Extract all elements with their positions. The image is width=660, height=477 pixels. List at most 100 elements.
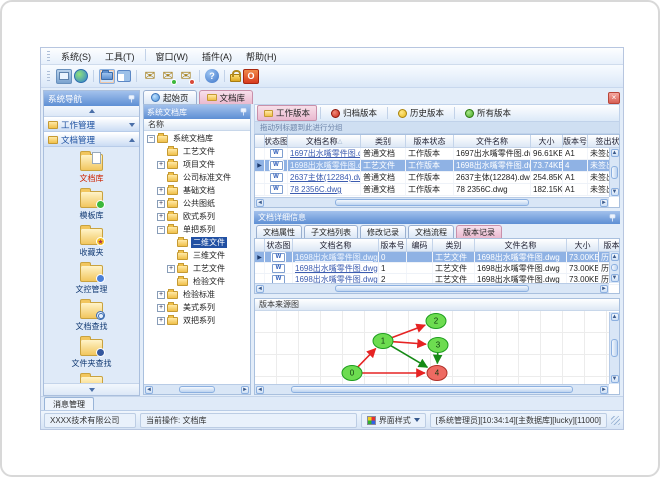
scroll-left-arrow-icon[interactable]: ◄ <box>145 385 153 394</box>
column-header-文件名称[interactable]: 文件名称 <box>475 239 567 251</box>
scroll-down-arrow-icon[interactable]: ▼ <box>610 188 619 196</box>
tree-item-双把系列[interactable]: + 双把系列 <box>144 314 250 327</box>
detail-tab-文档流程[interactable]: 文档流程 <box>408 225 454 238</box>
sidebar-item-文件夹查找[interactable]: 文件夹查找 <box>72 336 112 369</box>
detail-tab-修改记录[interactable]: 修改记录 <box>360 225 406 238</box>
scroll-right-arrow-icon[interactable]: ► <box>240 385 249 394</box>
sidebar-item-模板库[interactable]: 模板库 <box>80 188 105 221</box>
tree-item-美式系列[interactable]: + 美式系列 <box>144 301 250 314</box>
tree-item-基础文档[interactable]: + 基础文档 <box>144 184 250 197</box>
resize-grip[interactable] <box>611 415 620 425</box>
sidebar-item-文档查找[interactable]: 文档查找 <box>76 299 108 332</box>
tree-item-系统文档库[interactable]: − 系统文档库 <box>144 132 250 145</box>
column-header-签出状态[interactable]: 签出状态 <box>588 135 620 147</box>
scroll-thumb[interactable] <box>335 285 529 292</box>
version-grid-hscrollbar[interactable]: ◄ ► <box>255 283 609 293</box>
tree-item-工艺文件[interactable]: 工艺文件 <box>144 145 250 158</box>
version-button-所有版本[interactable]: 所有版本 <box>458 105 518 121</box>
tree-item-单把系列[interactable]: − 单把系列 <box>144 223 250 236</box>
tree-item-公司标准文件[interactable]: 公司标准文件 <box>144 171 250 184</box>
document-link[interactable]: 1697出水嘴零件图.dwg <box>290 148 360 159</box>
scroll-thumb[interactable] <box>291 386 573 393</box>
column-header-大小[interactable]: 大小 <box>531 135 563 147</box>
menu-item[interactable]: 插件(A) <box>195 49 239 64</box>
table-row[interactable]: W 1698出水嘴零件图.dwg 1 工艺文件 1698出水嘴零件图.dwg 73.00K… <box>255 263 619 274</box>
version-button-归档版本[interactable]: 归档版本 <box>324 105 384 121</box>
version-grid-vscrollbar[interactable]: ▲ ▼ <box>609 252 619 283</box>
version-button-历史版本[interactable]: 历史版本 <box>391 105 451 121</box>
table-row[interactable]: W1697出水嘴零件图.dwg普通文档工作版本1697出水嘴零件图.dwg96.… <box>255 148 619 160</box>
table-row[interactable]: ▶ W 1698出水嘴零件图.dwg 0 工艺文件 1698出水嘴零件图.dwg 73.00… <box>255 252 619 263</box>
document-grid-hscrollbar[interactable]: ◄ ► <box>255 197 609 207</box>
menu-item[interactable]: 窗口(W) <box>149 49 196 64</box>
lock-icon[interactable] <box>230 70 241 82</box>
document-link[interactable]: 2637主体(12284).dwg <box>290 172 360 183</box>
tree-horizontal-scrollbar[interactable]: ◄ ► <box>144 384 250 394</box>
tree-expander-icon[interactable]: + <box>157 199 165 208</box>
column-header-编码[interactable]: 编码 <box>407 239 433 251</box>
tree-item-项目文件[interactable]: + 项目文件 <box>144 158 250 171</box>
scroll-down-arrow-icon[interactable]: ▼ <box>610 375 619 383</box>
scroll-thumb[interactable] <box>611 166 618 179</box>
tab-起始页[interactable]: 起始页 <box>143 90 197 104</box>
toolbar-grip[interactable] <box>47 70 50 82</box>
scroll-up-arrow-icon[interactable]: ▲ <box>610 253 619 261</box>
detail-tab-子文档列表[interactable]: 子文档列表 <box>304 225 358 238</box>
tree-expander-icon[interactable]: + <box>157 160 165 169</box>
menu-item[interactable]: 工具(T) <box>98 49 142 64</box>
sidebar-item-文控管理[interactable]: 文控管理 <box>76 262 108 295</box>
scroll-up-arrow-icon[interactable]: ▲ <box>610 313 619 321</box>
tab-文档库[interactable]: 文档库 <box>198 90 254 104</box>
column-header-类别[interactable]: 类别 <box>361 135 406 147</box>
pin-icon[interactable] <box>609 213 616 222</box>
graph-vscrollbar[interactable]: ▲ ▼ <box>609 312 619 384</box>
table-icon[interactable] <box>117 70 131 82</box>
scroll-right-arrow-icon[interactable]: ► <box>600 198 608 207</box>
version-node-4[interactable]: 4 <box>426 365 448 381</box>
detail-tab-版本记录[interactable]: 版本记录 <box>456 225 502 238</box>
sidebar-collapse-button[interactable] <box>44 106 139 117</box>
sidebar-item-签出的文档[interactable]: ×签出的文档 <box>72 373 112 383</box>
tree-item-二维文件[interactable]: 二维文件 <box>144 236 250 249</box>
mail-delete-icon[interactable]: ✉ <box>178 69 195 85</box>
detail-tab-文档属性[interactable]: 文档属性 <box>256 225 302 238</box>
table-row[interactable]: W 78 2356C.dwg 普通文档 工作版本 78 2356C.dwg 182.15K… <box>255 184 619 196</box>
mail-icon[interactable]: ✉ <box>142 69 158 84</box>
document-link[interactable]: 78 2356C.dwg <box>290 185 342 194</box>
document-link[interactable]: 1698出水嘴零件图.dwg <box>295 252 378 262</box>
scroll-up-arrow-icon[interactable]: ▲ <box>610 149 619 157</box>
scroll-thumb[interactable] <box>611 338 618 358</box>
scroll-down-arrow-icon[interactable]: ▼ <box>610 274 619 282</box>
graph-hscrollbar[interactable]: ◄ ► <box>255 384 609 394</box>
scroll-right-arrow-icon[interactable]: ► <box>600 284 608 293</box>
sidebar-item-文档库[interactable]: 文档库 <box>80 151 104 184</box>
column-header-文件名称[interactable]: 文件名称 <box>454 135 531 147</box>
tree-item-检验标准[interactable]: + 检验标准 <box>144 288 250 301</box>
sidebar-item-收藏夹[interactable]: ★ 收藏夹 <box>80 225 105 258</box>
folder-button[interactable] <box>99 68 115 84</box>
scroll-thumb[interactable] <box>179 386 215 393</box>
column-header-版本号[interactable]: 版本号 <box>563 135 588 147</box>
scroll-thumb[interactable] <box>335 199 529 206</box>
column-header-状态图[interactable]: 状态图 <box>265 239 293 251</box>
document-link[interactable]: 1698出水嘴零件图.dwg <box>290 160 360 171</box>
tree-expander-icon[interactable]: + <box>157 290 165 299</box>
version-button-工作版本[interactable]: 工作版本 <box>257 105 318 121</box>
menu-item[interactable]: 系统(S) <box>54 49 98 64</box>
tree-column-header[interactable]: 名称 <box>144 119 250 131</box>
document-grid-vscrollbar[interactable]: ▲ ▼ <box>609 148 619 197</box>
table-row[interactable]: W 2637主体(12284).dwg 普通文档 工作版本 2637主体(12284).… <box>255 172 619 184</box>
tree-expander-icon[interactable]: − <box>147 134 155 143</box>
tree-expander-icon[interactable]: + <box>157 212 165 221</box>
sidebar-group-documents[interactable]: 文档管理 <box>44 132 139 147</box>
version-node-0[interactable]: 0 <box>341 365 363 381</box>
tree-expander-icon[interactable]: + <box>157 303 165 312</box>
version-node-3[interactable]: 3 <box>427 337 449 353</box>
close-tab-button[interactable]: × <box>608 92 620 104</box>
column-header-版本状态[interactable]: 版本状态 <box>406 135 454 147</box>
power-icon[interactable]: O <box>243 68 259 84</box>
column-header-状态图[interactable]: 状态图 <box>265 135 288 147</box>
mail-open-icon[interactable]: ✉ <box>160 69 177 85</box>
tree-expander-icon[interactable]: + <box>157 186 165 195</box>
table-row[interactable]: ▶W1698出水嘴零件图.dwg工艺文件工作版本1698出水嘴零件图.dwg73… <box>255 160 619 172</box>
